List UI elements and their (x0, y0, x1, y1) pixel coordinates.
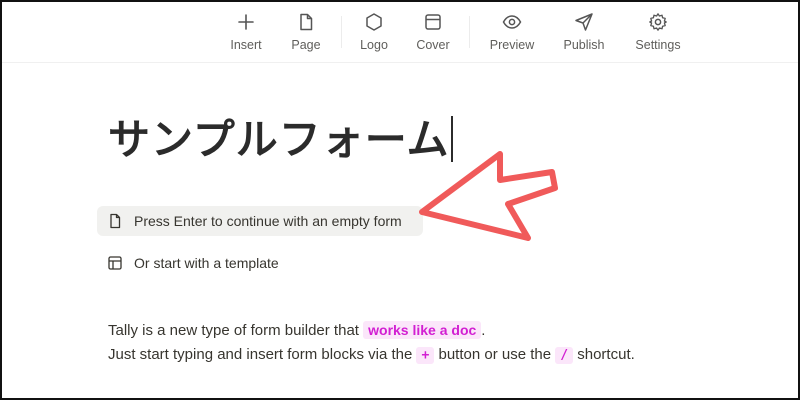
template-icon (108, 256, 122, 270)
cover-icon (425, 14, 441, 30)
logo-label: Logo (360, 38, 388, 52)
description-text: shortcut. (577, 346, 635, 363)
form-title: サンプルフォーム (108, 115, 450, 164)
settings-button[interactable]: Settings (623, 12, 693, 56)
plus-icon (238, 14, 254, 30)
description-line-2: Just start typing and insert form blocks… (108, 343, 635, 368)
plus-key-badge: + (416, 347, 435, 364)
cover-button[interactable]: Cover (398, 12, 468, 56)
empty-form-option[interactable]: Press Enter to continue with an empty fo… (97, 206, 423, 236)
empty-form-label: Press Enter to continue with an empty fo… (134, 213, 402, 229)
app-frame: Insert Page Logo Cover Preview Publish S… (0, 0, 800, 400)
slash-key-badge: / (555, 347, 574, 364)
publish-label: Publish (563, 38, 605, 52)
hexagon-icon (366, 13, 382, 31)
toolbar-divider (469, 16, 470, 48)
template-label: Or start with a template (134, 255, 279, 271)
editor-toolbar: Insert Page Logo Cover Preview Publish S… (2, 2, 798, 63)
send-icon (575, 13, 593, 31)
intro-description: Tally is a new type of form builder that… (108, 318, 635, 368)
page-button[interactable]: Page (271, 12, 341, 56)
page-icon (110, 213, 121, 229)
page-icon (300, 13, 313, 31)
template-option[interactable]: Or start with a template (97, 248, 289, 278)
publish-button[interactable]: Publish (549, 12, 619, 56)
description-text: Tally is a new type of form builder that (108, 322, 359, 339)
description-text: . (481, 322, 486, 339)
description-line-1: Tally is a new type of form builder that… (108, 318, 635, 343)
description-text: Just start typing and insert form blocks… (108, 346, 413, 363)
form-title-input[interactable]: サンプルフォーム (108, 106, 454, 167)
eye-icon (502, 15, 522, 29)
insert-label: Insert (230, 38, 262, 52)
highlight-badge: works like a doc (363, 321, 482, 339)
cover-label: Cover (416, 38, 450, 52)
page-label: Page (291, 38, 321, 52)
preview-label: Preview (489, 38, 535, 52)
text-caret (451, 116, 454, 162)
preview-button[interactable]: Preview (477, 12, 547, 56)
gear-icon (649, 13, 667, 31)
settings-label: Settings (635, 38, 681, 52)
description-text: button or use the (438, 346, 552, 363)
